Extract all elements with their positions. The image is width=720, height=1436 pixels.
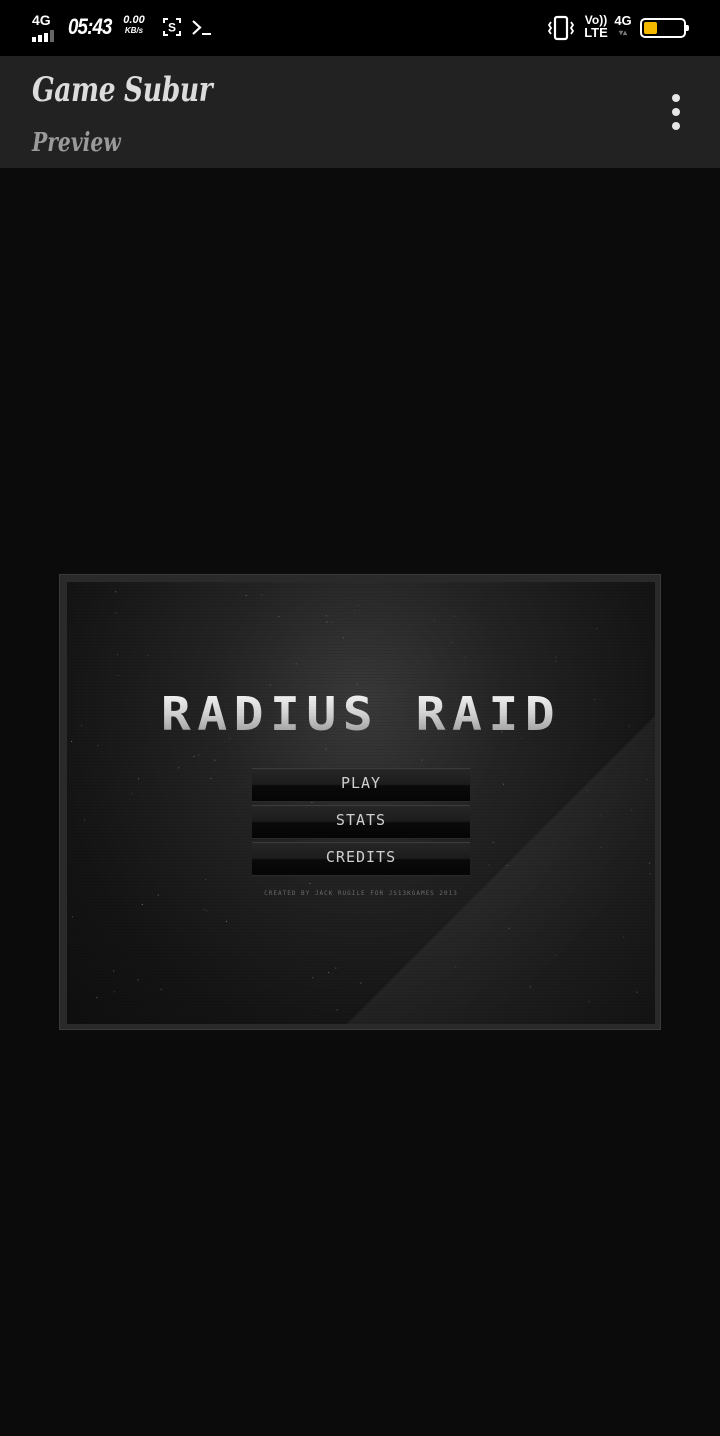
battery-level — [644, 22, 657, 34]
game-menu: PLAY STATS CREDITS — [252, 768, 470, 879]
status-left: 4G — [32, 12, 62, 44]
signal-bars — [32, 30, 54, 42]
signal-icon: 4G — [32, 12, 62, 44]
clock: 05:43 — [68, 14, 112, 39]
game-frame: RADIUS RAID PLAY STATS CREDITS CREATED B… — [59, 574, 661, 1030]
stats-button[interactable]: STATS — [252, 805, 470, 839]
play-button-label: PLAY — [340, 774, 382, 792]
speed-unit: KB/s — [124, 26, 144, 35]
stats-button-label: STATS — [335, 811, 387, 829]
terminal-icon — [192, 20, 211, 35]
credits-button[interactable]: CREDITS — [252, 842, 470, 876]
status-bar: 4G 05:43 0.00 KB/s S Vo)) LTE 4G ▾▴ — [0, 0, 720, 56]
speed-value: 0.00 — [123, 14, 145, 26]
volte-bottom: LTE — [584, 25, 608, 40]
network-indicator-right: 4G ▾▴ — [613, 14, 633, 38]
game-canvas[interactable]: RADIUS RAID PLAY STATS CREDITS CREATED B… — [67, 582, 655, 1024]
vibrate-icon — [547, 15, 575, 41]
overflow-menu-icon[interactable] — [660, 92, 692, 132]
screenshot-icon: S — [163, 18, 181, 36]
volte-indicator: Vo)) LTE — [581, 14, 611, 40]
data-arrows-icon: ▾▴ — [618, 28, 628, 37]
credit-text: CREATED BY JACK RUGILE FOR JS13KGAMES 20… — [264, 890, 458, 897]
app-bar: Game Subur Preview — [0, 56, 720, 168]
app-subtitle: Preview — [32, 128, 121, 158]
network-type: 4G — [32, 12, 51, 28]
battery-icon — [640, 18, 689, 38]
game-title: RADIUS RAID — [67, 687, 655, 741]
app-title: Game Subur — [32, 70, 213, 110]
svg-text:S: S — [168, 21, 176, 35]
network-right-label: 4G — [614, 13, 632, 28]
network-speed: 0.00 KB/s — [122, 14, 146, 36]
credits-button-label: CREDITS — [325, 848, 397, 866]
play-button[interactable]: PLAY — [252, 768, 470, 802]
